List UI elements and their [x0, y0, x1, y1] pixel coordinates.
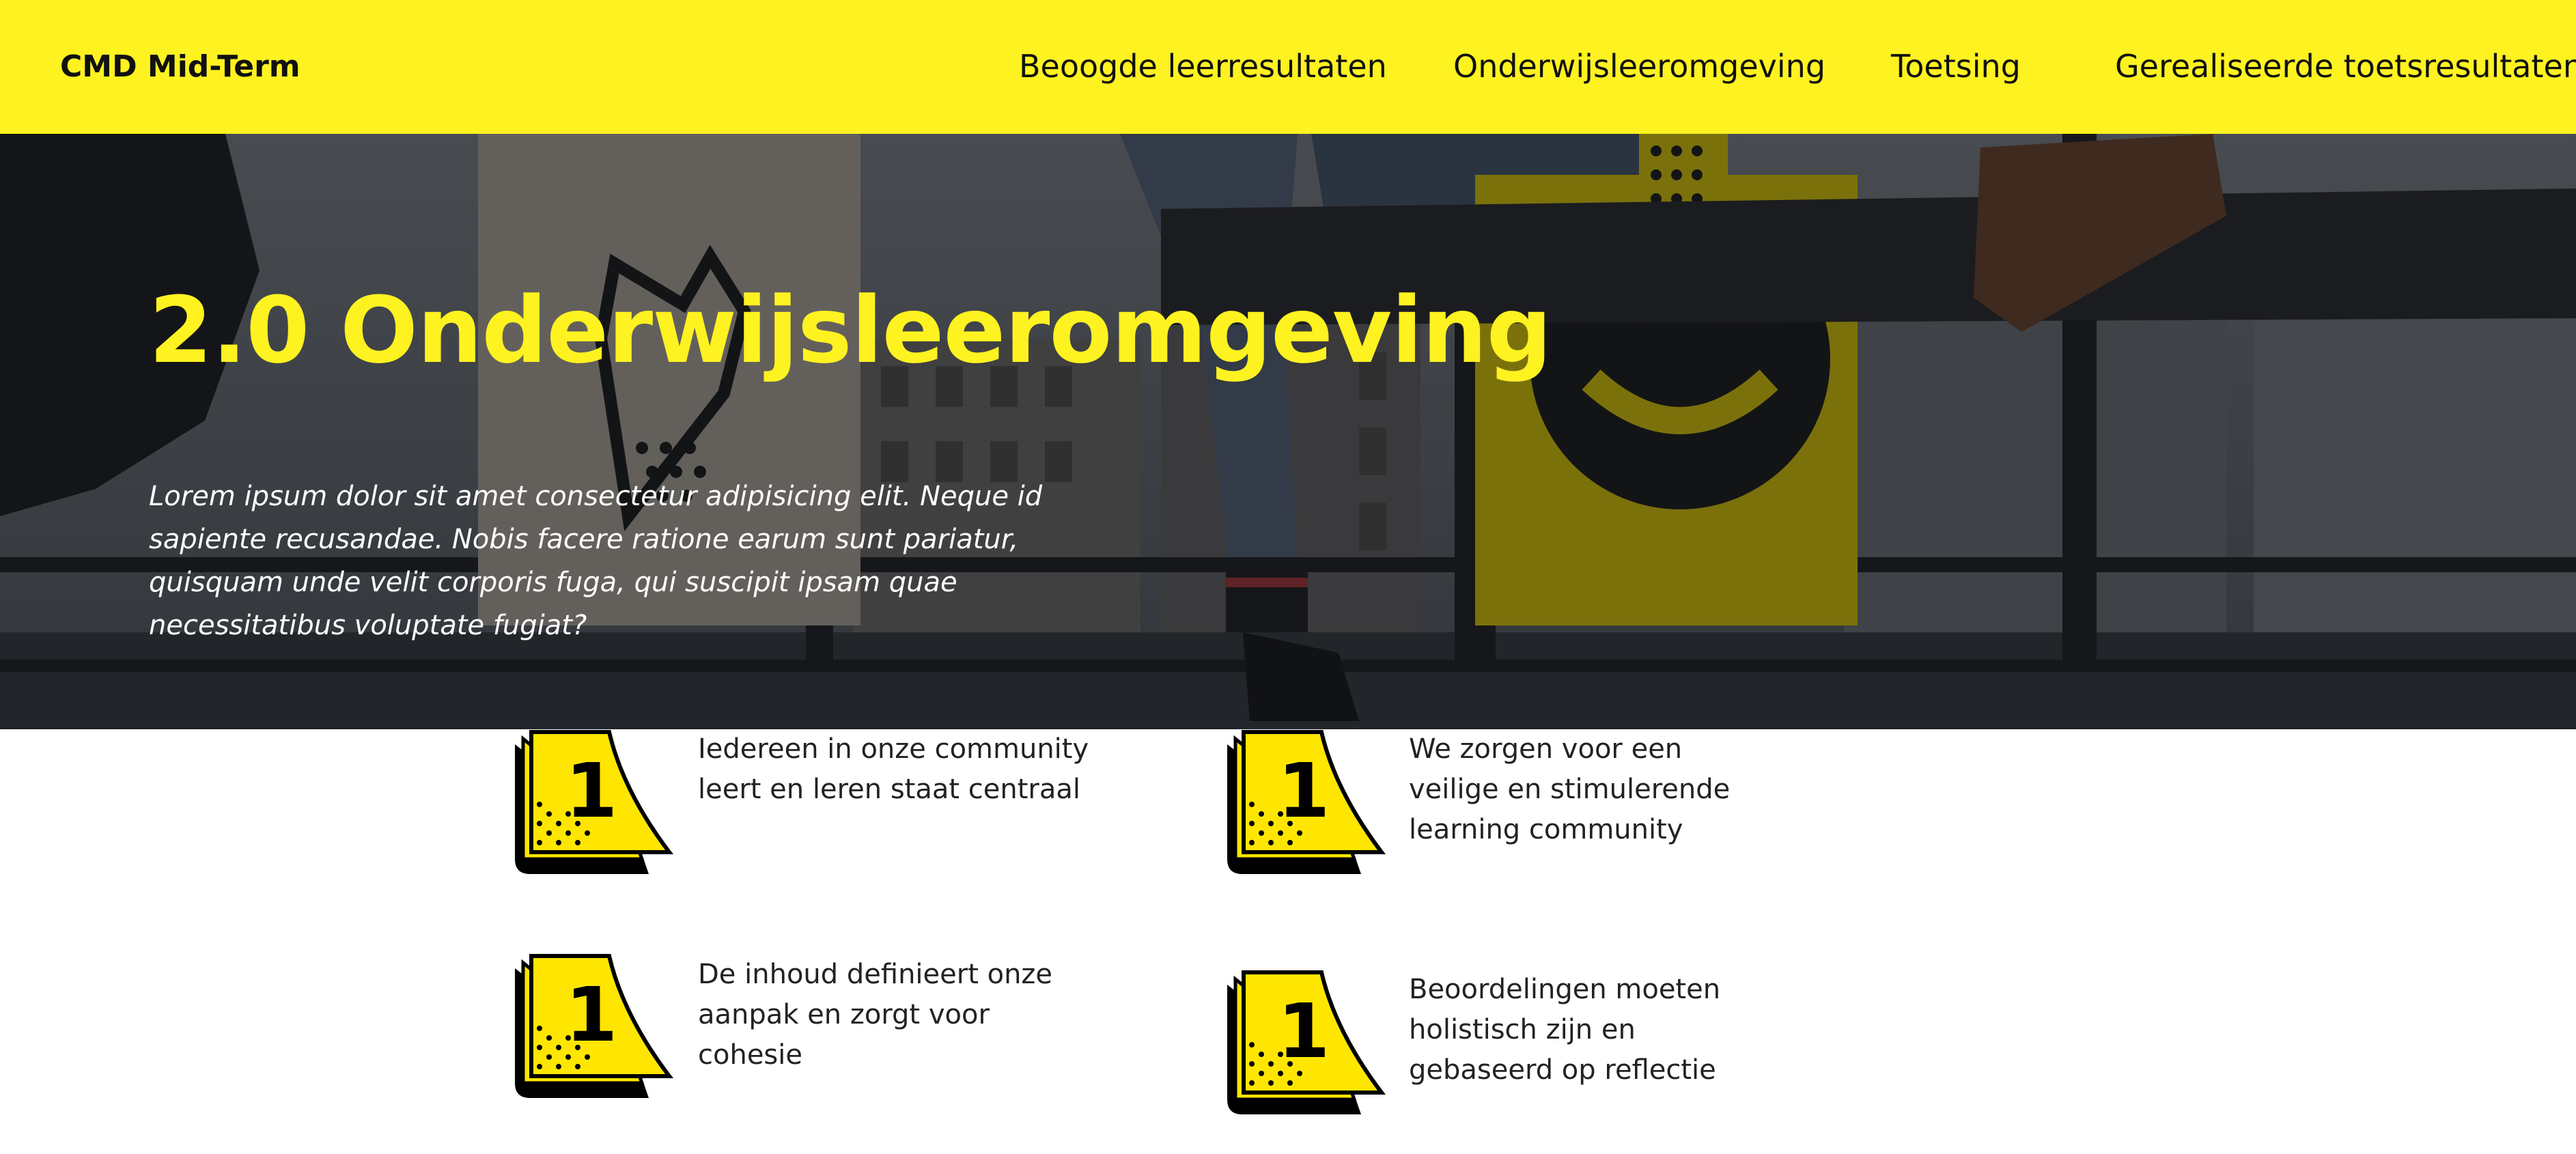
feature-text: Iedereen in onze community leert en lere…: [698, 733, 1089, 805]
hero-lead-text: Lorem ipsum dolor sit amet consectetur a…: [149, 481, 1043, 641]
nav-link-onderwijsleeromgeving[interactable]: Onderwijsleeromgeving: [1453, 48, 1825, 85]
feature-number: 1: [1278, 747, 1330, 834]
nav-link-gerealiseerde-toetsresultaten[interactable]: Gerealiseerde toetsresultaten: [2115, 48, 2576, 85]
sticky-note-number-icon: 1: [1227, 730, 1386, 874]
sticky-note-number-icon: 1: [1227, 970, 1386, 1114]
sticky-note-number-icon: 1: [515, 954, 674, 1098]
feature-number: 1: [565, 971, 618, 1058]
page-title: 2.0 Onderwijsleeromgeving: [149, 277, 1552, 384]
feature-text: We zorgen voor een veilige en stimuleren…: [1409, 733, 1731, 845]
feature-number: 1: [1278, 987, 1330, 1075]
nav-link-beoogde-leerresultaten[interactable]: Beoogde leerresultaten: [1019, 48, 1387, 85]
hero-section: 2.0 Onderwijsleeromgeving Lorem ipsum do…: [0, 134, 2576, 729]
feature-text: De inhoud definieert onze aanpak en zorg…: [698, 959, 1053, 1071]
brand-logo-link[interactable]: CMD Mid-Term: [60, 49, 300, 84]
feature-item: 1 We zorgen voor een veilige en stimuler…: [1219, 729, 1834, 879]
site-header: CMD Mid-Term Beoogde leerresultaten Onde…: [0, 0, 2576, 134]
feature-item: 1 Iedereen in onze community leert en le…: [507, 729, 1121, 879]
feature-number: 1: [565, 747, 618, 834]
feature-item: 1 Beoordelingen moeten holistisch zijn e…: [1219, 970, 1834, 1120]
feature-item: 1 De inhoud definieert onze aanpak en zo…: [507, 953, 1121, 1103]
sticky-note-number-icon: 1: [515, 730, 674, 874]
nav-link-toetsing[interactable]: Toetsing: [1891, 48, 2021, 85]
feature-text: Beoordelingen moeten holistisch zijn en …: [1409, 974, 1721, 1086]
